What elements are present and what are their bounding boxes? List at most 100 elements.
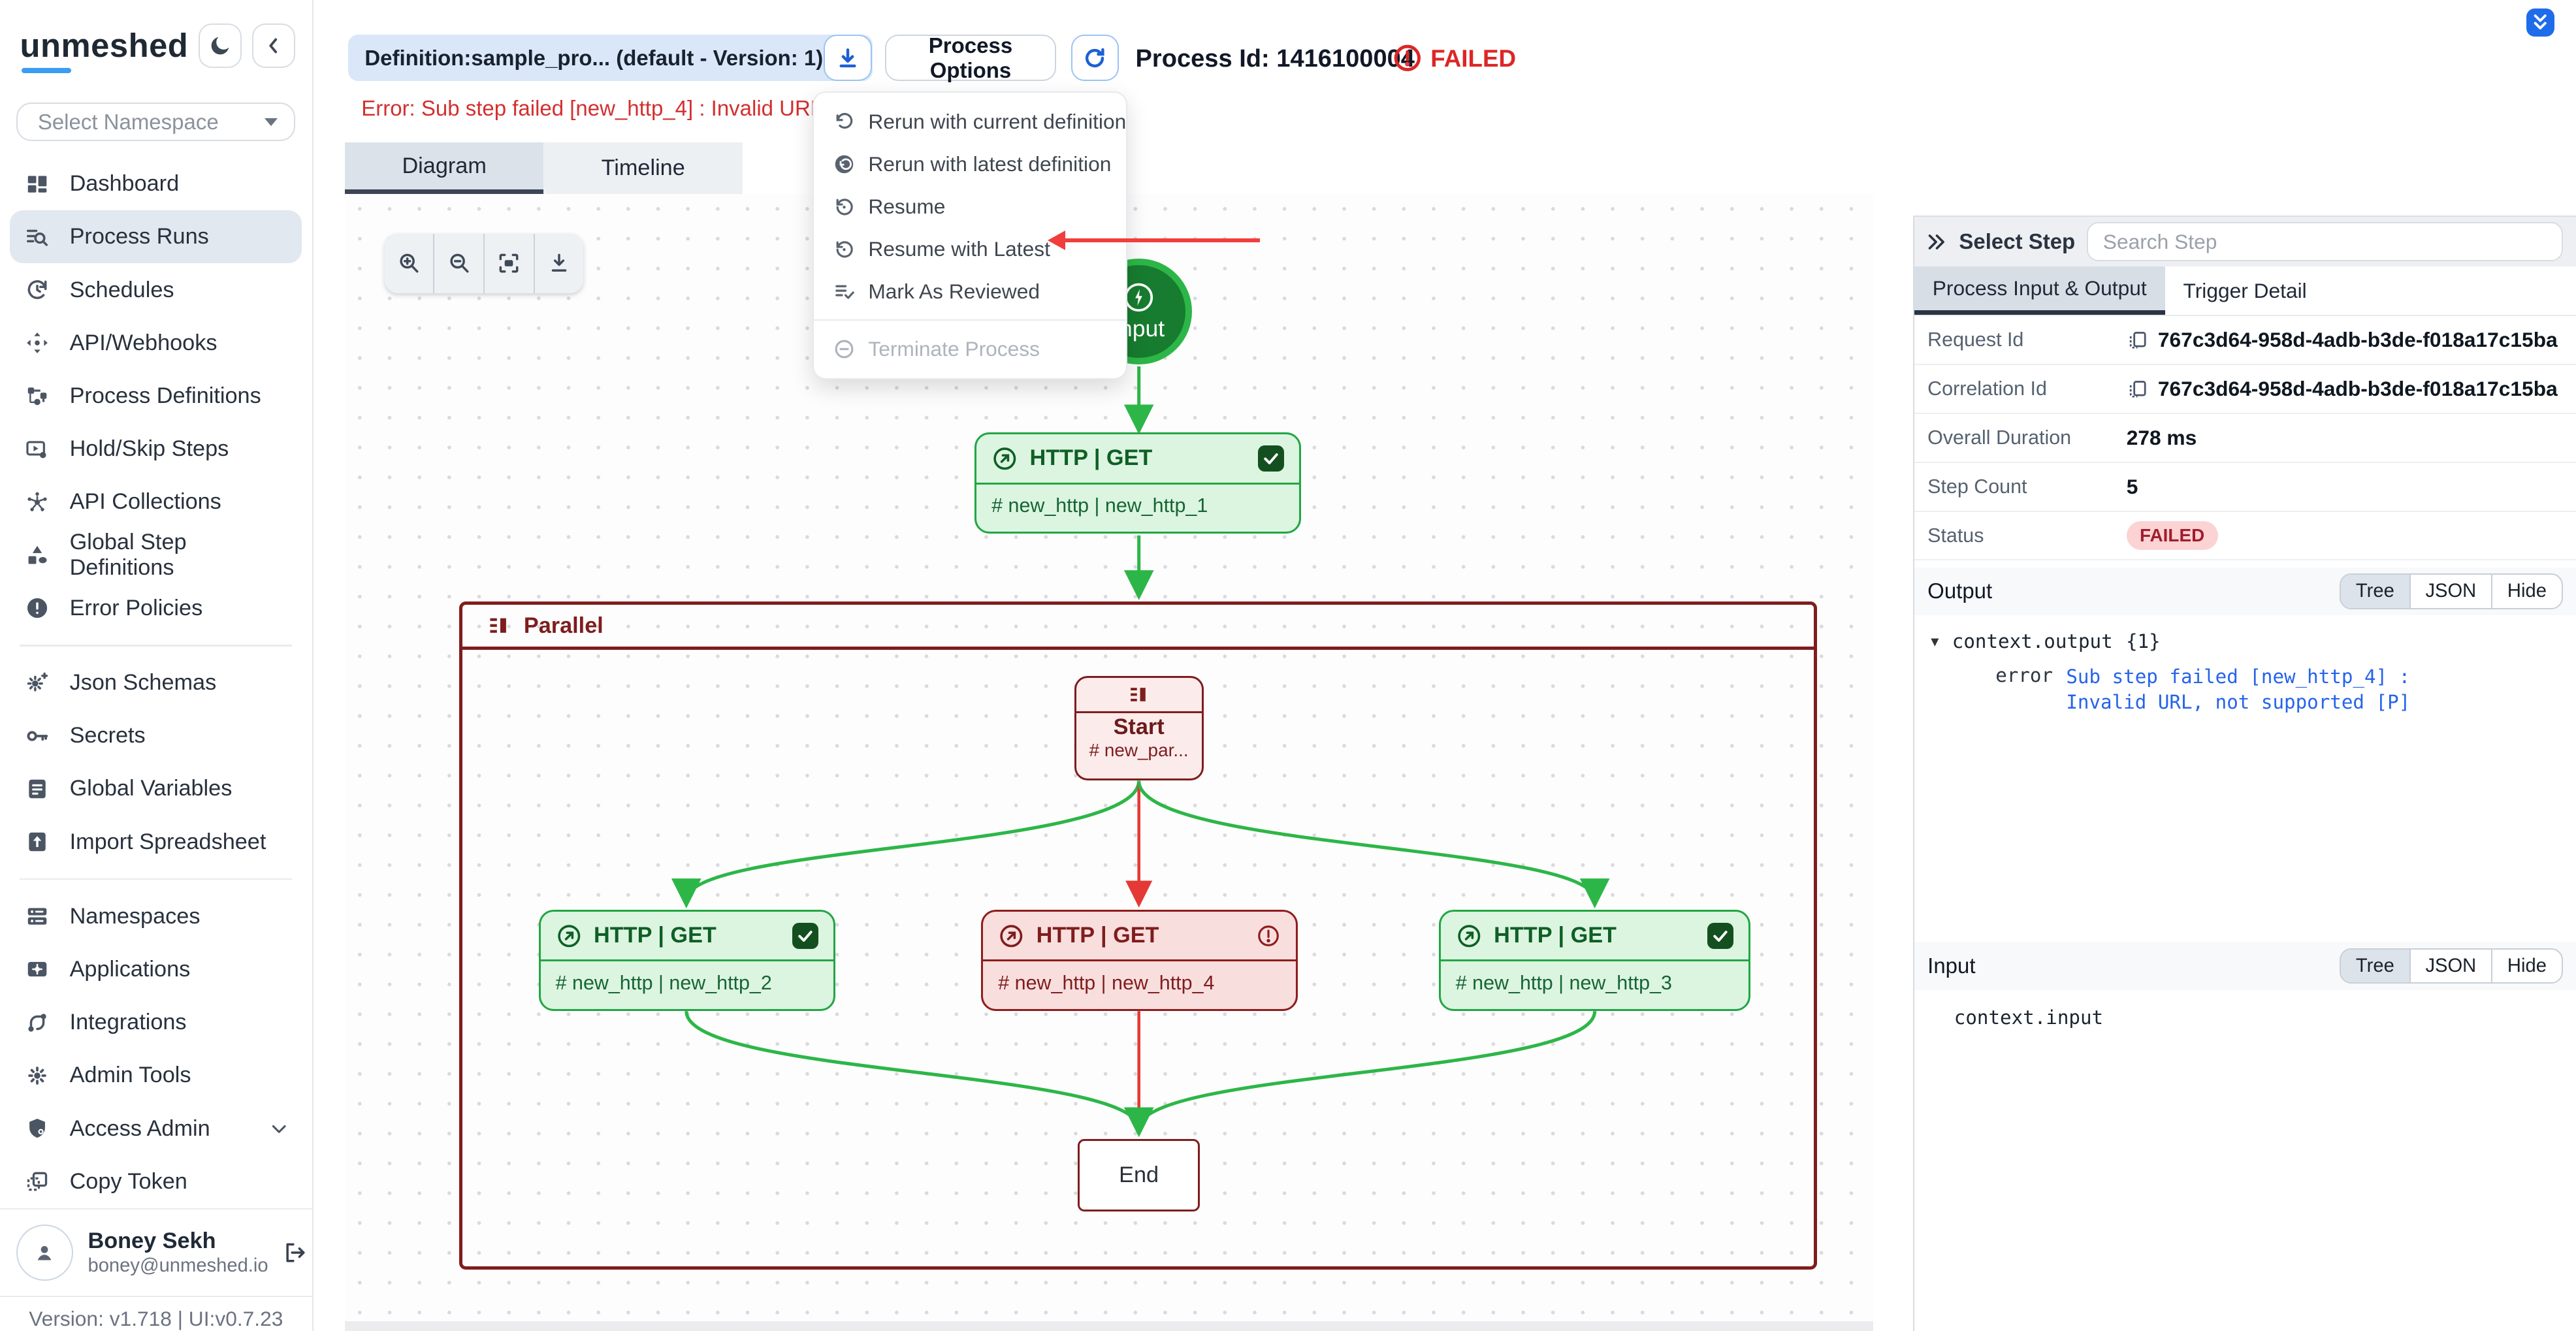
sidebar-item-json-schemas[interactable]: Json Schemas	[10, 656, 302, 709]
file-upload-icon	[25, 829, 50, 854]
menu-item-mark-as-reviewed[interactable]: Mark As Reviewed	[814, 270, 1126, 313]
tab-diagram[interactable]: Diagram	[345, 142, 544, 194]
collapse-sidebar-button[interactable]	[252, 24, 296, 69]
arrow-shaft	[1064, 238, 1259, 242]
output-view-toggle: Tree JSON Hide	[2340, 573, 2563, 609]
shield-icon	[25, 1116, 50, 1141]
canvas-toolbar	[385, 234, 584, 293]
sidebar-item-secrets[interactable]: Secrets	[10, 709, 302, 762]
tree-collapse-icon[interactable]: ▼	[1931, 633, 1939, 649]
node-end[interactable]: End	[1078, 1139, 1200, 1212]
user-profile[interactable]: Boney Sekh boney@unmeshed.io	[0, 1208, 312, 1296]
process-options-button[interactable]: Process Options	[885, 35, 1055, 81]
logout-icon[interactable]	[283, 1240, 308, 1265]
output-tree: ▼ context.output {1} error Sub step fail…	[1914, 615, 2576, 942]
row-label: Correlation Id	[1927, 377, 2127, 400]
node-new-http-4[interactable]: HTTP | GET # new_http | new_http_4	[981, 910, 1298, 1011]
select-step-bar: Select Step	[1914, 217, 2576, 266]
canvas-scrollbar[interactable]	[345, 1321, 1873, 1331]
toggle-json[interactable]: JSON	[2409, 575, 2491, 608]
notification-badge[interactable]	[2526, 8, 2554, 37]
node-subtitle: # new_par...	[1089, 740, 1189, 761]
zoom-in-button[interactable]	[385, 234, 434, 293]
search-step-input[interactable]	[2087, 222, 2563, 262]
sidebar-item-label: Process Definitions	[70, 383, 261, 409]
sidebar: unmeshed Select Namespace Dashboard Proc…	[0, 0, 314, 1331]
node-header: HTTP | GET	[976, 434, 1299, 484]
chevrons-right-icon[interactable]	[1926, 231, 1948, 253]
copy-icon[interactable]	[2127, 378, 2148, 400]
node-header: HTTP | GET	[983, 912, 1296, 961]
refresh-button[interactable]	[1071, 35, 1119, 81]
theme-toggle-button[interactable]	[199, 24, 242, 69]
chevron-left-icon	[261, 33, 286, 58]
toggle-hide[interactable]: Hide	[2491, 950, 2562, 983]
definition-pill[interactable]: Definition:sample_pro... (default - Vers…	[348, 35, 873, 81]
sidebar-footer: Boney Sekh boney@unmeshed.io Version: v1…	[0, 1208, 312, 1331]
sidebar-item-schedules[interactable]: Schedules	[10, 263, 302, 316]
sidebar-item-hold-skip-steps[interactable]: Hold/Skip Steps	[10, 423, 302, 475]
sidebar-item-applications[interactable]: Applications	[10, 943, 302, 996]
parallel-header: Parallel	[462, 605, 1814, 650]
user-info: Boney Sekh boney@unmeshed.io	[88, 1228, 268, 1277]
select-step-label: Select Step	[1959, 229, 2075, 254]
copy-token-icon	[25, 1169, 50, 1194]
sidebar-item-api-collections[interactable]: API Collections	[10, 475, 302, 528]
parallel-label: Parallel	[524, 613, 604, 639]
menu-item-rerun-current[interactable]: Rerun with current definition	[814, 101, 1126, 143]
node-new-http-1[interactable]: HTTP | GET # new_http | new_http_1	[974, 432, 1301, 534]
node-subtitle: # new_http | new_http_3	[1441, 961, 1748, 994]
sidebar-item-copy-token[interactable]: Copy Token	[10, 1155, 302, 1208]
node-parallel-start[interactable]: Start # new_par...	[1074, 676, 1204, 780]
download-process-button[interactable]	[824, 35, 872, 81]
chevrons-down-icon	[2530, 12, 2550, 32]
sidebar-item-label: Integrations	[70, 1010, 187, 1035]
toggle-hide[interactable]: Hide	[2491, 575, 2562, 608]
node-new-http-2[interactable]: HTTP | GET # new_http | new_http_2	[539, 910, 835, 1011]
sidebar-divider	[20, 645, 292, 647]
sidebar-item-admin-tools[interactable]: Admin Tools	[10, 1049, 302, 1102]
process-definitions-icon	[25, 383, 50, 408]
menu-item-resume[interactable]: Resume	[814, 185, 1126, 228]
toggle-tree[interactable]: Tree	[2341, 950, 2409, 983]
toggle-json[interactable]: JSON	[2409, 950, 2491, 983]
sidebar-item-integrations[interactable]: Integrations	[10, 996, 302, 1049]
document-icon	[25, 777, 50, 801]
sidebar-item-api-webhooks[interactable]: API/Webhooks	[10, 317, 302, 370]
tab-process-input-output[interactable]: Process Input & Output	[1914, 266, 2165, 315]
chevron-down-icon	[269, 1119, 289, 1138]
checked-icon	[1707, 923, 1734, 950]
sidebar-item-process-runs[interactable]: Process Runs	[10, 210, 302, 263]
sidebar-item-global-step-definitions[interactable]: Global Step Definitions	[10, 528, 302, 581]
toggle-tree[interactable]: Tree	[2341, 575, 2409, 608]
sidebar-item-global-variables[interactable]: Global Variables	[10, 762, 302, 815]
namespace-select[interactable]: Select Namespace	[16, 103, 295, 140]
sidebar-item-error-policies[interactable]: Error Policies	[10, 582, 302, 635]
main-content: Definition:sample_pro... (default - Vers…	[314, 0, 1913, 1331]
tab-trigger-detail[interactable]: Trigger Detail	[2165, 266, 2325, 315]
row-label: Request Id	[1927, 329, 2127, 351]
app-logo: unmeshed	[20, 26, 188, 65]
sidebar-item-access-admin[interactable]: Access Admin	[10, 1102, 302, 1155]
copy-icon[interactable]	[2127, 329, 2148, 351]
sidebar-item-label: Admin Tools	[70, 1063, 191, 1088]
zoom-out-button[interactable]	[433, 234, 483, 293]
node-new-http-3[interactable]: HTTP | GET # new_http | new_http_3	[1439, 910, 1750, 1011]
output-section-header: Output Tree JSON Hide	[1914, 568, 2576, 616]
sidebar-item-process-definitions[interactable]: Process Definitions	[10, 370, 302, 423]
menu-item-label: Rerun with current definition	[868, 110, 1126, 134]
tab-timeline[interactable]: Timeline	[543, 142, 743, 194]
caret-down-icon	[265, 118, 278, 126]
version-text: Version: v1.718 | UI:v0.7.23	[0, 1296, 312, 1331]
sidebar-item-import-spreadsheet[interactable]: Import Spreadsheet	[10, 815, 302, 868]
mark-reviewed-icon	[833, 281, 855, 302]
menu-item-rerun-latest[interactable]: Rerun with latest definition	[814, 143, 1126, 185]
namespaces-icon	[25, 904, 50, 929]
sidebar-item-namespaces[interactable]: Namespaces	[10, 890, 302, 943]
download-icon	[835, 46, 860, 71]
sidebar-item-dashboard[interactable]: Dashboard	[10, 157, 302, 210]
fit-view-button[interactable]	[483, 234, 534, 293]
download-diagram-button[interactable]	[534, 234, 584, 293]
hold-skip-steps-icon	[25, 437, 50, 462]
sidebar-item-label: Process Runs	[70, 224, 209, 249]
